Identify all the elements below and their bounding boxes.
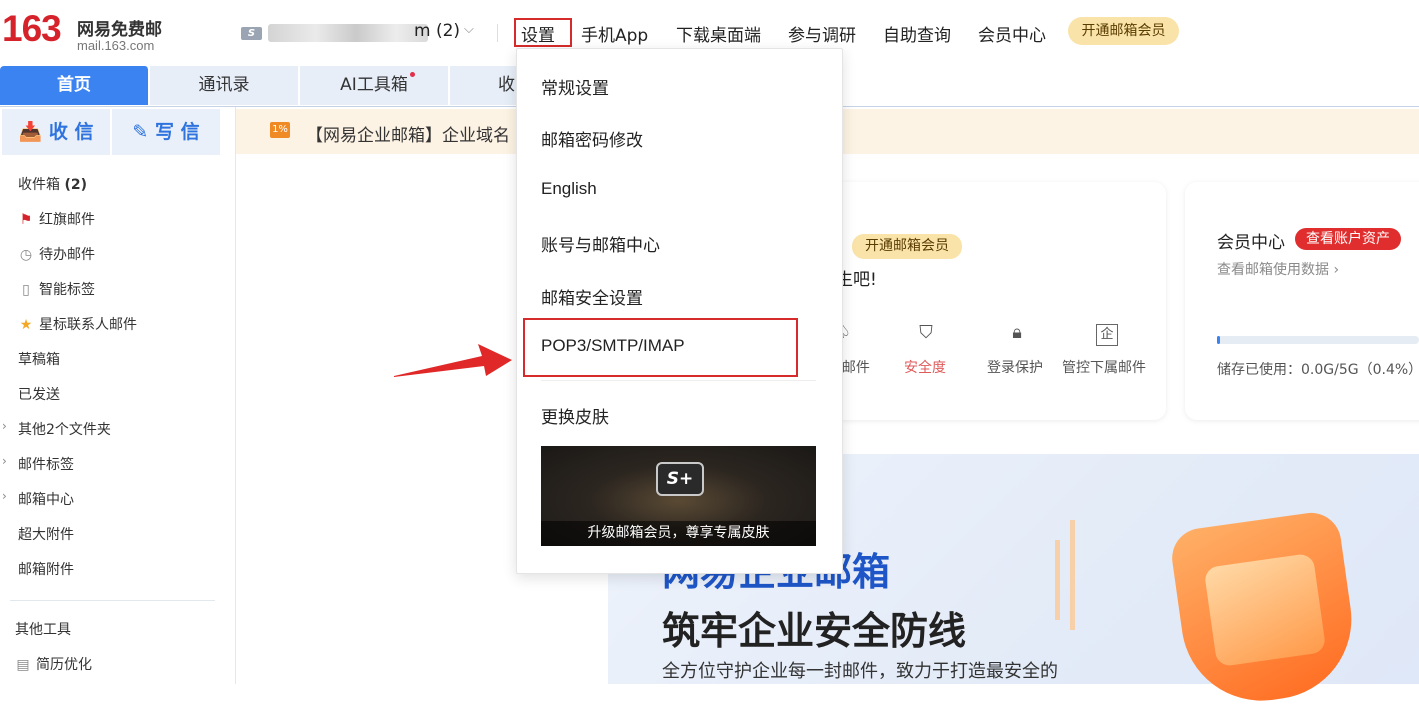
envelope-illustration (1203, 552, 1327, 668)
red-arrow-annotation (394, 344, 512, 377)
logo-domain: mail.163.com (77, 38, 155, 53)
tab-partial[interactable]: 收 (450, 66, 520, 105)
header-divider (497, 24, 498, 42)
nav-member-center[interactable]: 会员中心 (978, 21, 1046, 46)
sidebar-item-starred[interactable]: ★ 星标联系人邮件 (18, 314, 137, 334)
sidebar-item-label: 邮件标签 (18, 457, 74, 473)
promo-icon: 1% (270, 122, 290, 138)
quick-label-login-protect[interactable]: 登录保护 (987, 357, 1043, 377)
unread-count: (2) (64, 177, 87, 193)
sidebar-item-drafts[interactable]: 草稿箱 (18, 349, 60, 369)
nav-mobile-app[interactable]: 手机App (581, 21, 648, 46)
sidebar-item-label: 简历优化 (36, 657, 92, 673)
inbox-download-icon: 📥 (18, 121, 43, 143)
sidebar-item-inbox[interactable]: 收件箱 (2) (18, 174, 87, 194)
card-open-vip-button[interactable]: 开通邮箱会员 (852, 234, 962, 259)
quick-label-manage-subordinate[interactable]: 管控下属邮件 (1062, 357, 1146, 377)
sidebar-item-label: 其他2个文件夹 (18, 422, 111, 438)
nav-self-service[interactable]: 自助查询 (883, 21, 951, 46)
compose-label: 写 信 (154, 121, 200, 143)
sidebar-item-label: 已发送 (18, 387, 60, 403)
account-card (814, 182, 1166, 420)
storage-usage-text: 储存已使用：0.0G/5G（0.4%） (1217, 362, 1419, 378)
compose-button[interactable]: ✎ 写 信 (112, 109, 220, 155)
sidebar-item-mail-center[interactable]: › 邮箱中心 (2, 489, 74, 509)
account-name[interactable]: m (2) (414, 21, 460, 41)
notification-dot (410, 72, 415, 77)
settings-highlight-box (514, 18, 572, 47)
member-center-title: 会员中心 (1217, 233, 1285, 253)
chevron-down-icon[interactable]: ⌵ (464, 22, 474, 37)
sidebar-item-label: 智能标签 (39, 282, 95, 298)
tab-contacts[interactable]: 通讯录 (150, 66, 299, 105)
pop3-highlight-box (523, 318, 798, 377)
storage-progress-fill (1217, 336, 1220, 344)
pen-icon: ✎ (132, 121, 149, 143)
quick-label-security[interactable]: 安全度 (904, 357, 946, 377)
svip-logo-icon: S+ (656, 462, 704, 496)
sidebar-item-resume[interactable]: ▤ 简历优化 (15, 654, 92, 674)
clock-icon: ◷ (19, 247, 33, 263)
account-name-redacted[interactable] (268, 24, 428, 42)
sidebar-item-label: 草稿箱 (18, 352, 60, 368)
sidebar-item-mail-tags[interactable]: › 邮件标签 (2, 454, 74, 474)
sidebar-item-label: 邮箱附件 (18, 562, 74, 578)
receive-mail-button[interactable]: 📥 收 信 (2, 109, 110, 155)
sidebar-item-todo[interactable]: ◷ 待办邮件 (18, 244, 95, 264)
sidebar-item-other-folders[interactable]: › 其他2个文件夹 (2, 419, 111, 439)
menu-item-english[interactable]: English (541, 179, 597, 199)
banner-decoration (1055, 540, 1060, 620)
sidebar-tools-title: 其他工具 (15, 622, 71, 638)
tab-ai-label: AI工具箱 (340, 75, 408, 95)
sidebar-item-flagged[interactable]: ⚑ 红旗邮件 (18, 209, 95, 229)
banner-headline: 筑牢企业安全防线 (662, 609, 967, 653)
enterprise-icon[interactable]: 企 (1096, 324, 1118, 346)
sidebar-item-attachments[interactable]: 邮箱附件 (18, 559, 74, 579)
logo-title: 网易免费邮 (77, 20, 162, 40)
bookmark-icon: ▯ (22, 282, 30, 298)
member-card (1185, 182, 1419, 420)
sidebar-item-large-attachments[interactable]: 超大附件 (18, 524, 74, 544)
receive-label: 收 信 (48, 121, 94, 143)
sidebar-item-label: 超大附件 (18, 527, 74, 543)
menu-item-general-settings[interactable]: 常规设置 (541, 74, 609, 99)
menu-item-security-settings[interactable]: 邮箱安全设置 (541, 284, 643, 309)
sidebar-item-label: 待办邮件 (39, 247, 95, 263)
menu-item-change-skin[interactable]: 更换皮肤 (541, 403, 609, 428)
view-usage-link[interactable]: 查看邮箱使用数据 › (1217, 259, 1339, 279)
skin-promo-caption[interactable]: 升级邮箱会员，尊享专属皮肤 (541, 521, 816, 546)
storage-progress (1217, 336, 1419, 344)
notice-text[interactable]: 【网易企业邮箱】企业域名 (306, 121, 510, 146)
chevron-right-icon: › (2, 454, 7, 468)
menu-divider (541, 380, 816, 381)
menu-item-change-password[interactable]: 邮箱密码修改 (541, 126, 643, 151)
logo-163[interactable]: 163 (2, 8, 62, 50)
account-icon: S (241, 27, 262, 40)
resume-icon: ▤ (16, 657, 30, 673)
banner-subtitle: 全方位守护企业每一封邮件，致力于打造最安全的 (662, 661, 1058, 682)
chevron-right-icon: › (2, 419, 7, 433)
sidebar-item-sent[interactable]: 已发送 (18, 384, 60, 404)
sidebar-item-smart-tags[interactable]: ▯ 智能标签 (18, 279, 95, 299)
open-vip-button[interactable]: 开通邮箱会员 (1068, 17, 1179, 45)
star-icon: ★ (19, 317, 33, 333)
chevron-right-icon: › (2, 489, 7, 503)
lock-icon[interactable]: 🔒︎ (1006, 322, 1028, 348)
sidebar-item-label: 星标联系人邮件 (39, 317, 137, 333)
flag-icon: ⚑ (19, 212, 33, 228)
sidebar-item-label: 红旗邮件 (39, 212, 95, 228)
nav-survey[interactable]: 参与调研 (788, 21, 856, 46)
tab-ai-toolbox[interactable]: AI工具箱 (300, 66, 449, 105)
sidebar-divider (10, 600, 215, 601)
shield-icon[interactable]: ⛉ (915, 322, 937, 348)
nav-download-desktop[interactable]: 下载桌面端 (676, 21, 761, 46)
menu-item-account-center[interactable]: 账号与邮箱中心 (541, 231, 660, 256)
tab-home[interactable]: 首页 (0, 66, 149, 105)
sidebar-item-label: 收件箱 (18, 177, 60, 193)
view-assets-button[interactable]: 查看账户资产 (1295, 228, 1401, 250)
banner-decoration (1070, 520, 1075, 630)
sidebar-item-label: 邮箱中心 (18, 492, 74, 508)
